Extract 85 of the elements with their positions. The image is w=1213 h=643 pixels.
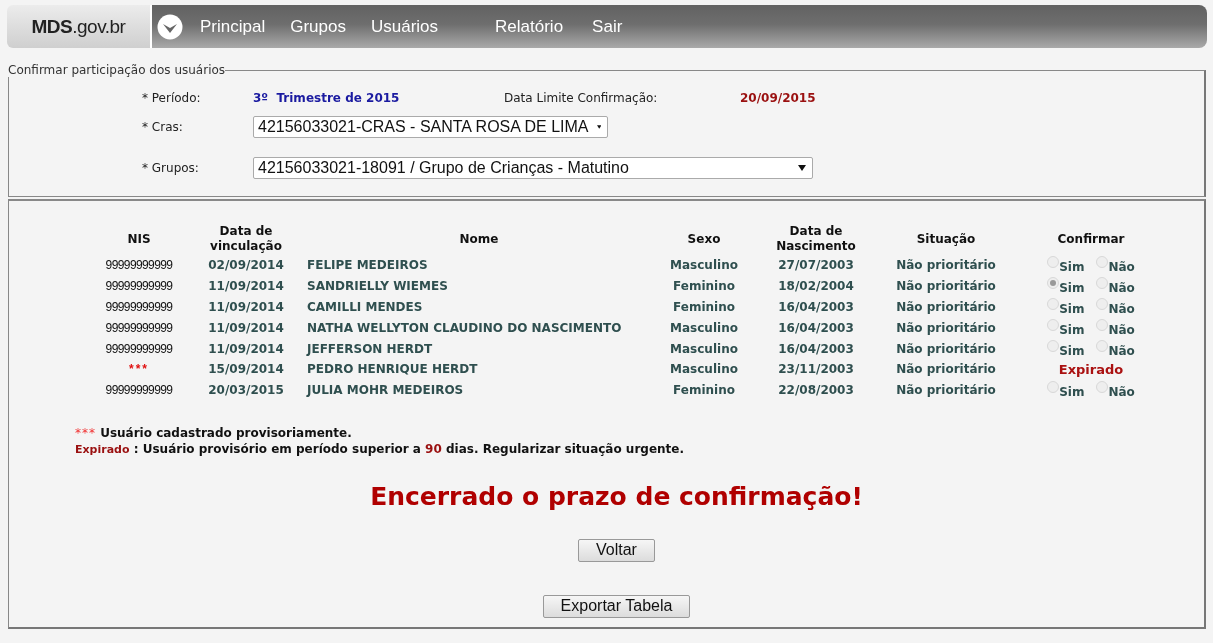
period-value: 3º Trimestre de 2015 (253, 91, 401, 105)
chevron-down-icon[interactable] (157, 13, 183, 40)
table-cell-text: 11/09/2014 (207, 319, 285, 337)
legend-note: Expirado : Usuário provisório em período superior a 90 dias. Regularizar situação urgente. (75, 440, 686, 458)
radio-label: Sim (1059, 281, 1085, 296)
radio-label: Não (1108, 302, 1135, 316)
table-cell-text: 16/04/2003 (777, 299, 855, 316)
column-header: Data de Nascimento (775, 223, 857, 255)
field-label: * Período: (142, 91, 202, 105)
table-cell-text: Feminino (672, 278, 736, 296)
field-label: Data Limite Confirmação: (504, 91, 659, 105)
table-cell-text: Não prioritário (895, 361, 997, 379)
column-header: Confirmar (1056, 230, 1126, 248)
radio-label: Não (1108, 343, 1135, 358)
table-cell-text: JEFFERSON HERDT (305, 340, 434, 358)
table-cell-text: 23/11/2003 (777, 361, 855, 379)
table-cell-text: 99999999999 (104, 340, 174, 358)
dropdown[interactable]: 42156033021-18091 / Grupo de Crianças - Matutino (253, 156, 813, 179)
menu-item[interactable]: Relatório (495, 16, 564, 37)
table-cell-text: 99999999999 (104, 319, 174, 337)
radio-label: Sim (1059, 322, 1085, 337)
table-cell-text: Não prioritário (895, 382, 997, 400)
table-cell-text: PEDRO HENRIQUE HERDT (306, 361, 479, 379)
action-button[interactable]: Exportar Tabela (542, 594, 691, 618)
table-cell-text: 16/04/2003 (777, 319, 855, 337)
table-cell-text: CAMILLI MENDES (306, 299, 424, 316)
table-cell-text: 99999999999 (104, 278, 174, 296)
table-cell-text: 16/04/2003 (777, 340, 855, 358)
table-cell-text: 27/07/2003 (777, 257, 855, 275)
table-cell-text: Feminino (672, 382, 736, 400)
table-cell-text: FELIPE MEDEIROS (306, 257, 429, 275)
table-cell-text: Masculino (669, 340, 739, 358)
dropdown[interactable]: 42156033021-CRAS - SANTA ROSA DE LIMA (253, 115, 608, 138)
table-cell-text: Não prioritário (895, 257, 997, 275)
table-cell-text: Não prioritário (895, 299, 997, 316)
deadline-message: Encerrado o prazo de confirmação! (369, 481, 864, 511)
radio-label: Sim (1059, 385, 1085, 400)
column-header: Situação (915, 230, 977, 248)
radio-label: Não (1108, 322, 1135, 337)
table-cell-text: 99999999999 (104, 257, 174, 275)
table-cell-text: NATHA WELLYTON CLAUDINO DO NASCIMENTO (306, 319, 623, 337)
section-title: Confirmar participação dos usuários (8, 63, 226, 77)
table-cell-text: 15/09/2014 (207, 361, 285, 379)
radio-label: Não (1108, 385, 1135, 400)
table-cell-text: 99999999999 (104, 299, 174, 316)
table-cell-text: Masculino (669, 319, 739, 337)
table-cell-text: 11/09/2014 (207, 278, 285, 296)
table-cell-text: 11/09/2014 (207, 299, 285, 316)
table-cell-text: SANDRIELLY WIEMES (306, 278, 449, 296)
radio-label: Sim (1059, 260, 1085, 275)
table-cell-text: 99999999999 (104, 382, 174, 400)
table-cell-text: Masculino (669, 257, 739, 275)
radio-label: Não (1108, 281, 1135, 296)
radio-label: Não (1108, 260, 1135, 275)
action-button[interactable]: Voltar (578, 538, 655, 562)
column-header: Nome (458, 230, 500, 248)
field-label: * Cras: (142, 119, 184, 134)
column-header: NIS (126, 230, 152, 248)
table-cell-text: Não prioritário (895, 278, 997, 296)
caret-icon (798, 164, 806, 171)
table-cell-text: 18/02/2004 (777, 278, 855, 296)
menu-item[interactable]: Usuários (370, 16, 439, 37)
table-cell-text: Não prioritário (895, 340, 997, 358)
table-cell-text: Não prioritário (895, 319, 997, 337)
table-cell-text: 02/09/2014 (207, 257, 285, 275)
caret-icon (596, 123, 601, 130)
status-text: Expirado (1057, 360, 1125, 379)
menu-item[interactable]: Sair (592, 16, 623, 37)
table-cell-text: 20/03/2015 (207, 382, 285, 400)
table-cell-text: Masculino (669, 361, 739, 379)
deadline-value: 20/09/2015 (740, 91, 816, 105)
radio-label: Sim (1059, 302, 1085, 316)
column-header: Sexo (686, 230, 722, 248)
field-label: * Grupos: (142, 160, 200, 175)
menu-item[interactable]: Grupos (290, 16, 346, 37)
table-cell-text: JULIA MOHR MEDEIROS (305, 382, 465, 400)
column-header: Data de vinculação (209, 223, 283, 255)
table-cell-text: *** (128, 361, 150, 379)
radio-label: Sim (1059, 343, 1085, 358)
table-cell-text: Feminino (672, 299, 736, 316)
legend-note: *** Usuário cadastrado provisoriamente. (75, 424, 353, 441)
table-cell-text: 22/08/2003 (777, 382, 855, 400)
site-logo[interactable]: MDS.gov.br (7, 5, 152, 48)
menu-item[interactable]: Principal (200, 16, 266, 37)
table-cell-text: 11/09/2014 (207, 340, 285, 358)
